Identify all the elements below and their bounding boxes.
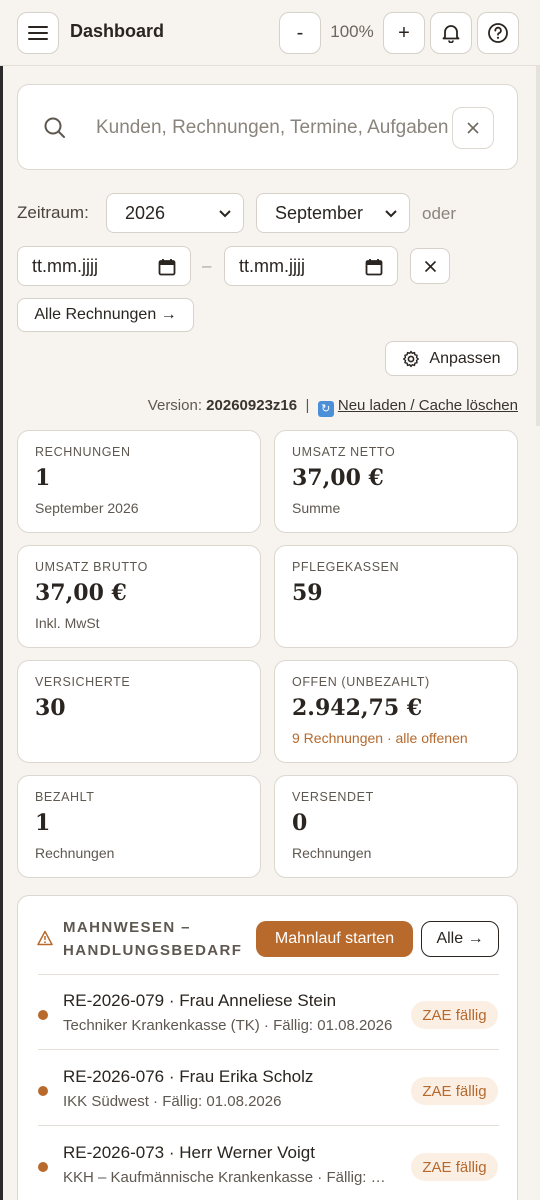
year-select[interactable]: 2026: [106, 193, 244, 233]
stat-value: 37,00 €: [292, 465, 384, 491]
status-dot: [38, 1162, 48, 1172]
stat-caption: PFLEGEKASSEN: [292, 560, 400, 574]
reload-link[interactable]: Neu laden / Cache löschen: [338, 397, 518, 414]
top-bar: Dashboard - 100% +: [0, 0, 540, 66]
stat-sub: Rechnungen: [35, 845, 115, 861]
version-separator: |: [305, 397, 310, 414]
customize-button[interactable]: Anpassen: [385, 341, 518, 376]
help-button[interactable]: [477, 12, 519, 54]
stat-caption: OFFEN (UNBEZAHLT): [292, 675, 430, 689]
date-to-placeholder: tt.mm.jjjj: [239, 255, 305, 276]
dunning-panel: MAHNWESEN – HANDLUNGSBEDARF Mahnlauf sta…: [17, 895, 518, 1200]
dunning-row-title: RE-2026-073 · Herr Werner Voigt: [63, 1143, 315, 1162]
stat-caption: UMSATZ NETTO: [292, 445, 396, 459]
stat-sub: Summe: [292, 500, 341, 516]
stat-value: 37,00 €: [35, 580, 127, 606]
version-label: Version:: [147, 397, 202, 414]
stat-sub: September 2026: [35, 500, 139, 516]
stat-card-revenue-gross[interactable]: UMSATZ BRUTTO 37,00 € Inkl. MwSt: [17, 545, 261, 648]
dunning-row[interactable]: RE-2026-073 · Herr Werner Voigt KKH – Ka…: [38, 1127, 499, 1200]
stat-value: 59: [292, 580, 323, 606]
hamburger-icon: [28, 26, 48, 40]
stat-card-insured[interactable]: VERSICHERTE 30: [17, 660, 261, 763]
version-info: Version: 20260923z16 | ↻ Neu laden / Cac…: [148, 397, 518, 417]
calendar-icon: [158, 259, 176, 276]
stat-value: 0: [292, 810, 308, 836]
dunning-title: MAHNWESEN – HANDLUNGSBEDARF: [63, 919, 243, 959]
clear-dates-button[interactable]: [410, 248, 450, 284]
status-dot: [38, 1086, 48, 1096]
window-edge: [0, 66, 3, 1200]
stat-sub: Inkl. MwSt: [35, 615, 100, 631]
stat-caption: BEZAHLT: [35, 790, 95, 804]
all-dunning-button[interactable]: Alle →: [421, 921, 499, 957]
stat-value: 1: [35, 810, 51, 836]
bell-icon: [442, 25, 460, 43]
month-select[interactable]: September: [256, 193, 410, 233]
stat-value: 1: [35, 465, 51, 491]
dunning-row-sub: IKK Südwest · Fällig: 01.08.2026: [63, 1093, 282, 1110]
dunning-row-title: RE-2026-079 · Frau Anneliese Stein: [63, 991, 337, 1010]
close-icon: [467, 122, 479, 134]
search-input[interactable]: [96, 107, 452, 149]
help-icon: [488, 23, 508, 43]
range-dash: –: [202, 256, 212, 275]
scrollbar-track[interactable]: [536, 66, 540, 426]
stat-caption: VERSENDET: [292, 790, 374, 804]
zoom-in-button[interactable]: +: [383, 12, 425, 54]
reload-icon: ↻: [317, 401, 334, 417]
dunning-row-title: RE-2026-076 · Frau Erika Scholz: [63, 1067, 314, 1086]
page-title: Dashboard: [70, 21, 165, 41]
stat-card-open[interactable]: OFFEN (UNBEZAHLT) 2.942,75 € 9 Rechnunge…: [274, 660, 518, 763]
month-value: September: [275, 202, 364, 223]
gear-icon: [403, 350, 420, 367]
customize-label: Anpassen: [429, 349, 501, 367]
stat-card-paid[interactable]: BEZAHLT 1 Rechnungen: [17, 775, 261, 878]
chevron-down-icon: [219, 210, 231, 218]
search-icon: [44, 117, 65, 138]
zoom-out-button[interactable]: -: [279, 12, 321, 54]
zoom-level: 100%: [330, 22, 374, 41]
date-to-input[interactable]: tt.mm.jjjj: [224, 246, 398, 286]
start-dunning-button[interactable]: Mahnlauf starten: [256, 921, 413, 957]
stat-card-sent[interactable]: VERSENDET 0 Rechnungen: [274, 775, 518, 878]
chevron-down-icon: [385, 210, 397, 218]
stat-card-invoices[interactable]: RECHNUNGEN 1 September 2026: [17, 430, 261, 533]
year-value: 2026: [125, 202, 166, 223]
stat-card-revenue-net[interactable]: UMSATZ NETTO 37,00 € Summe: [274, 430, 518, 533]
stat-value: 2.942,75 €: [292, 695, 423, 721]
stat-caption: VERSICHERTE: [35, 675, 131, 689]
or-label: oder: [422, 204, 457, 223]
date-from-input[interactable]: tt.mm.jjjj: [17, 246, 191, 286]
stat-sub: 9 Rechnungen · alle offenen: [292, 730, 468, 746]
status-badge: ZAE fällig: [411, 1153, 498, 1181]
stat-caption: RECHNUNGEN: [35, 445, 131, 459]
clear-search-button[interactable]: [452, 107, 494, 149]
dunning-row[interactable]: RE-2026-076 · Frau Erika Scholz IKK Südw…: [38, 1051, 499, 1126]
status-badge: ZAE fällig: [411, 1001, 498, 1029]
version-value: 20260923z16: [206, 397, 298, 414]
status-badge: ZAE fällig: [411, 1077, 498, 1105]
global-search: [17, 84, 518, 170]
stat-card-care-funds[interactable]: PFLEGEKASSEN 59: [274, 545, 518, 648]
notifications-button[interactable]: [430, 12, 472, 54]
dunning-row-sub: KKH – Kaufmännische Krankenkasse · Fälli…: [63, 1169, 393, 1186]
all-invoices-button[interactable]: Alle Rechnungen →: [17, 298, 194, 332]
dunning-row[interactable]: RE-2026-079 · Frau Anneliese Stein Techn…: [38, 975, 499, 1050]
period-label: Zeitraum:: [17, 203, 89, 222]
calendar-icon: [365, 259, 383, 276]
menu-button[interactable]: [17, 12, 59, 54]
warning-icon: [37, 930, 53, 946]
close-icon: [424, 260, 436, 272]
stat-value: 30: [35, 695, 66, 721]
date-from-placeholder: tt.mm.jjjj: [32, 255, 98, 276]
stat-caption: UMSATZ BRUTTO: [35, 560, 148, 574]
status-dot: [38, 1010, 48, 1020]
stat-sub: Rechnungen: [292, 845, 372, 861]
dunning-row-sub: Techniker Krankenkasse (TK) · Fällig: 01…: [63, 1017, 393, 1034]
